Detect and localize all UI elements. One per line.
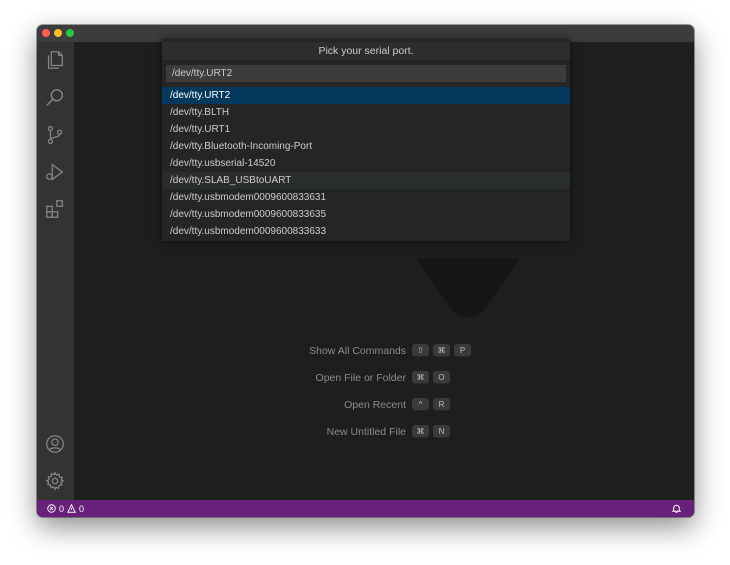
minimize-window-button[interactable] — [54, 29, 62, 37]
explorer-icon[interactable] — [44, 49, 66, 71]
run-debug-icon[interactable] — [44, 161, 66, 183]
key-cap: O — [433, 371, 450, 384]
shortcut-label: Show All Commands — [309, 345, 406, 357]
port-item[interactable]: /dev/tty.URT2 — [162, 87, 570, 104]
search-icon[interactable] — [44, 87, 66, 109]
key-cap: ^ — [412, 398, 429, 411]
key-cap: N — [433, 425, 450, 438]
error-icon — [47, 504, 56, 513]
port-item[interactable]: /dev/tty.BLTH — [162, 104, 570, 121]
error-count: 0 — [59, 503, 65, 514]
serial-port-quick-pick: Pick your serial port. /dev/tty.URT2 /de… — [162, 39, 570, 241]
shortcut-open-recent: Open Recent ^ R — [214, 396, 574, 416]
manage-gear-icon[interactable] — [44, 470, 66, 492]
shortcut-label: Open File or Folder — [315, 372, 406, 384]
close-window-button[interactable] — [42, 29, 50, 37]
status-bar: 0 0 — [37, 500, 694, 517]
key-cap: ⇧ — [412, 344, 429, 357]
serial-port-list: /dev/tty.URT2 /dev/tty.BLTH /dev/tty.URT… — [162, 87, 570, 240]
quick-pick-input[interactable] — [166, 65, 566, 82]
key-cap: ⌘ — [433, 344, 450, 357]
warning-icon — [67, 504, 76, 513]
notifications-bell-icon[interactable] — [671, 503, 682, 514]
vscode-logo-watermark — [416, 258, 520, 317]
accounts-icon[interactable] — [44, 433, 66, 455]
shortcut-new-untitled-file: New Untitled File ⌘ N — [214, 423, 574, 443]
source-control-icon[interactable] — [44, 124, 66, 146]
shortcut-show-all-commands: Show All Commands ⇧ ⌘ P — [214, 342, 574, 362]
key-cap: P — [454, 344, 471, 357]
problems-status[interactable]: 0 0 — [47, 500, 84, 517]
maximize-window-button[interactable] — [66, 29, 74, 37]
port-item[interactable]: /dev/tty.URT1 — [162, 121, 570, 138]
extensions-icon[interactable] — [44, 198, 66, 220]
port-item[interactable]: /dev/tty.usbserial-14520 — [162, 155, 570, 172]
quick-pick-title: Pick your serial port. — [162, 42, 570, 60]
port-item[interactable]: /dev/tty.SLAB_USBtoUART — [162, 172, 570, 189]
shortcut-open-file-or-folder: Open File or Folder ⌘ O — [214, 369, 574, 389]
shortcut-label: New Untitled File — [326, 426, 406, 438]
port-item[interactable]: /dev/tty.usbmodem0009600833635 — [162, 206, 570, 223]
key-cap: R — [433, 398, 450, 411]
activity-bar — [37, 42, 74, 500]
key-cap: ⌘ — [412, 371, 429, 384]
port-item[interactable]: /dev/tty.usbmodem0009600833631 — [162, 189, 570, 206]
shortcut-label: Open Recent — [344, 399, 406, 411]
port-item[interactable]: /dev/tty.usbmodem0009600833633 — [162, 223, 570, 240]
port-item[interactable]: /dev/tty.Bluetooth-Incoming-Port — [162, 138, 570, 155]
key-cap: ⌘ — [412, 425, 429, 438]
warning-count: 0 — [79, 503, 85, 514]
